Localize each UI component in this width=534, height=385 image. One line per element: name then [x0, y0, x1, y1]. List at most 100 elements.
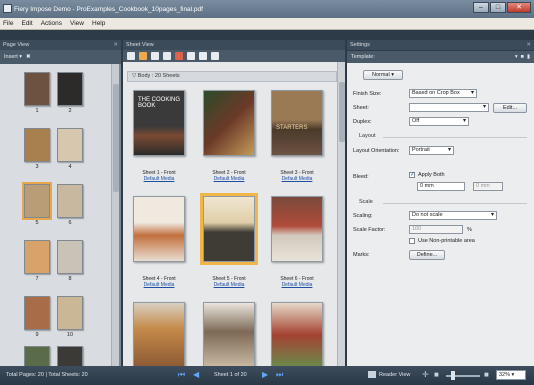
media-link[interactable]: Default Media: [265, 176, 329, 182]
page-thumbnail[interactable]: [22, 182, 52, 220]
duplex-select[interactable]: Off: [409, 117, 469, 126]
delete-template-icon[interactable]: ▮: [527, 51, 530, 63]
page-thumbnail[interactable]: [57, 128, 83, 162]
page-thumbnail[interactable]: [24, 240, 50, 274]
maximize-button[interactable]: □: [490, 2, 506, 13]
page-pair: 3 4: [20, 128, 90, 172]
sheet-thumbnail[interactable]: THE COOKING BOOK: [133, 90, 185, 156]
page-number: 2: [68, 108, 72, 114]
sheet-caption: Sheet 6 - Front Default Media: [265, 276, 329, 288]
select-icon[interactable]: [127, 52, 135, 60]
menu-help[interactable]: Help: [92, 20, 105, 27]
sheet-view-canvas[interactable]: ▽ Body : 20 Sheets THE COOKING BOOK STAR…: [123, 62, 345, 366]
apply-both-checkbox[interactable]: [409, 171, 415, 178]
bleed-height-input[interactable]: 0 mm: [473, 182, 503, 191]
save-template-icon[interactable]: ■: [521, 51, 524, 63]
grid-icon[interactable]: [199, 52, 207, 60]
minimize-button[interactable]: –: [473, 2, 489, 13]
sheet-thumbnail[interactable]: [203, 90, 255, 156]
media-link[interactable]: Default Media: [127, 176, 191, 182]
orientation-label: Layout Orientation:: [353, 148, 400, 154]
media-link[interactable]: Default Media: [197, 282, 261, 288]
reader-view-button[interactable]: Reader View: [379, 372, 410, 378]
hand-icon[interactable]: [139, 52, 147, 60]
sheet-thumbnail[interactable]: [271, 196, 323, 262]
media-link[interactable]: Default Media: [127, 282, 191, 288]
sheet-thumbnail[interactable]: [133, 302, 185, 366]
menu-actions[interactable]: Actions: [41, 20, 62, 27]
zoom-slider-handle[interactable]: [451, 371, 455, 380]
sheet-thumbnail[interactable]: [133, 196, 185, 262]
page-number: 1: [35, 108, 39, 114]
window-controls: – □ ✕: [473, 2, 531, 13]
sheet-thumbnail[interactable]: [271, 302, 323, 366]
zoom-in-icon[interactable]: ■: [484, 371, 492, 379]
page-thumbnail[interactable]: [24, 72, 50, 106]
scrollbar-thumb[interactable]: [113, 84, 119, 192]
reader-view-icon[interactable]: [368, 371, 376, 378]
page-pair: 1 2: [20, 72, 90, 116]
page-thumbnail[interactable]: [24, 346, 50, 366]
first-sheet-icon[interactable]: ⏮: [178, 371, 186, 379]
bleed-width-input[interactable]: 0 mm: [417, 182, 465, 191]
scale-factor-unit: %: [467, 227, 472, 233]
fit-icon[interactable]: ✛: [422, 371, 430, 379]
page-thumbnail[interactable]: [57, 72, 83, 106]
document-icon[interactable]: [187, 52, 195, 60]
media-link[interactable]: Default Media: [197, 176, 261, 182]
previous-sheet-icon[interactable]: ◀: [193, 371, 201, 379]
edit-sheet-button[interactable]: Edit...: [493, 103, 527, 113]
delete-page-icon[interactable]: ✖: [26, 54, 31, 60]
sheet-thumbnail[interactable]: [200, 193, 258, 265]
template-dropdown-icon[interactable]: ▾: [515, 51, 518, 63]
close-button[interactable]: ✕: [507, 2, 531, 13]
sheet-view-scrollbar[interactable]: [337, 62, 345, 366]
scale-factor-label: Scale Factor:: [353, 227, 386, 233]
define-marks-button[interactable]: Define...: [409, 250, 445, 260]
sheet-thumbnail[interactable]: [203, 302, 255, 366]
rotate-icon[interactable]: [151, 52, 159, 60]
page-number: 7: [35, 276, 39, 282]
page-pair: 9 10: [20, 296, 90, 340]
page-thumbnail[interactable]: [24, 128, 50, 162]
scale-factor-input[interactable]: 100: [409, 225, 463, 234]
page-thumbnail[interactable]: [57, 346, 83, 366]
mode-dropdown[interactable]: Normal ▾: [363, 70, 403, 80]
marks-icon[interactable]: [175, 52, 183, 60]
page-thumbnail[interactable]: [24, 296, 50, 330]
menu-view[interactable]: View: [70, 20, 84, 27]
next-sheet-icon[interactable]: ▶: [262, 371, 270, 379]
layout-section[interactable]: Layout: [353, 133, 527, 141]
page-thumbnail[interactable]: [57, 296, 83, 330]
apply-both-label: Apply Both: [418, 172, 445, 178]
page-thumbnail[interactable]: [57, 240, 83, 274]
scaling-label: Scaling:: [353, 213, 373, 219]
sheet-caption: Sheet 5 - Front Default Media: [197, 276, 261, 288]
page-view-list[interactable]: 1 2 3 4 5 6 7 8 9 10: [0, 64, 121, 366]
page-view-scrollbar[interactable]: [111, 64, 119, 366]
sheet-select[interactable]: [409, 103, 489, 112]
scrollbar-thumb[interactable]: [339, 82, 345, 142]
page-number: 5: [35, 220, 39, 226]
scale-section[interactable]: Scale: [353, 199, 527, 207]
pin-icon[interactable]: ✕: [113, 40, 118, 50]
zoom-out-icon[interactable]: ■: [434, 371, 442, 379]
sheet-thumbnail[interactable]: STARTERS: [271, 90, 323, 156]
non-printable-checkbox[interactable]: [409, 238, 415, 244]
crop-icon[interactable]: [163, 52, 171, 60]
pin-icon[interactable]: ✕: [526, 40, 531, 50]
zoom-select[interactable]: 32% ▾: [496, 370, 526, 380]
layout-icon[interactable]: [211, 52, 219, 60]
media-link[interactable]: Default Media: [265, 282, 329, 288]
body-section-header[interactable]: ▽ Body : 20 Sheets: [127, 71, 337, 82]
insert-dropdown[interactable]: Insert ▾: [4, 54, 22, 60]
menu-file[interactable]: File: [3, 20, 13, 27]
last-sheet-icon[interactable]: ⏭: [276, 371, 284, 379]
sheet-caption: Sheet 1 - Front Default Media: [127, 170, 191, 182]
page-thumbnail[interactable]: [57, 184, 83, 218]
sheet-view-header: Sheet View: [123, 40, 345, 50]
finish-size-select[interactable]: Based on Crop Box: [409, 89, 477, 98]
scaling-select[interactable]: Do not scale: [409, 211, 497, 220]
orientation-select[interactable]: Portrait: [409, 146, 454, 155]
menu-edit[interactable]: Edit: [21, 20, 32, 27]
